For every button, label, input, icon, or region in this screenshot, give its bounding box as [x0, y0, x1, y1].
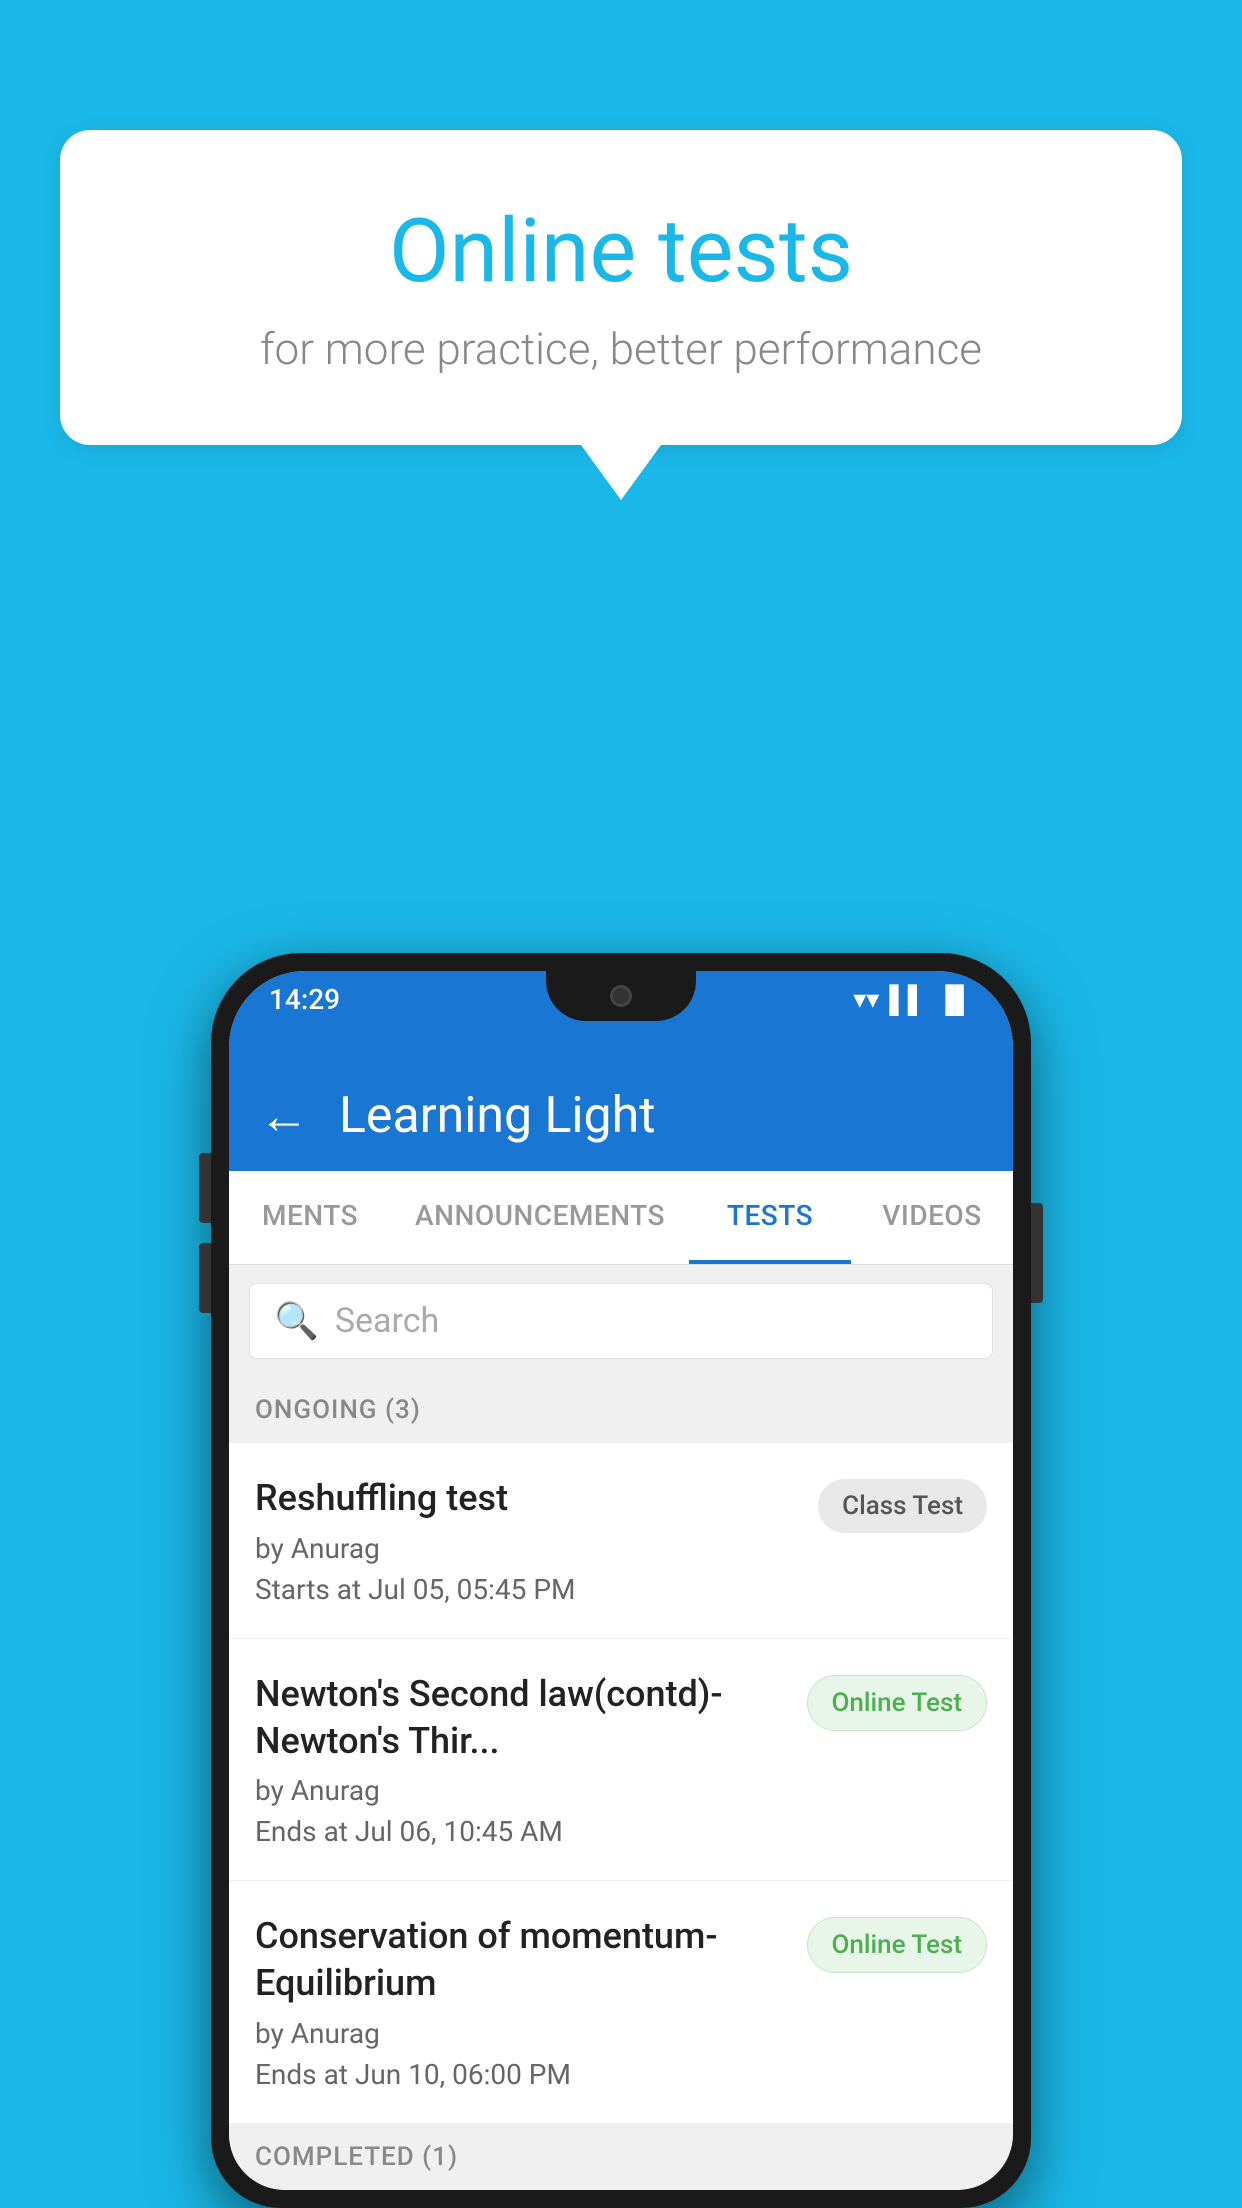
volume-up-button[interactable] [199, 1153, 211, 1223]
test-name: Newton's Second law(contd)-Newton's Thir… [255, 1671, 787, 1765]
search-icon: 🔍 [274, 1300, 319, 1342]
search-bar[interactable]: 🔍 Search [249, 1283, 993, 1359]
notch-cutout [546, 971, 696, 1021]
power-button[interactable] [1031, 1203, 1043, 1303]
test-badge-class: Class Test [818, 1479, 987, 1533]
speech-bubble-title: Online tests [140, 200, 1102, 303]
back-button[interactable]: ← [259, 1087, 309, 1146]
test-item[interactable]: Newton's Second law(contd)-Newton's Thir… [229, 1639, 1013, 1882]
speech-bubble-container: Online tests for more practice, better p… [60, 130, 1182, 500]
test-info: Reshuffling test by Anurag Starts at Jul… [255, 1475, 818, 1606]
test-badge-online-2: Online Test [807, 1917, 988, 1973]
tabs-container: MENTS ANNOUNCEMENTS TESTS VIDEOS [229, 1171, 1013, 1265]
search-input[interactable]: Search [335, 1301, 439, 1341]
speech-bubble-subtitle: for more practice, better performance [140, 323, 1102, 375]
wifi-icon: ▾▾ [853, 985, 879, 1015]
tab-tests[interactable]: TESTS [689, 1171, 851, 1264]
test-name: Reshuffling test [255, 1475, 798, 1522]
test-info: Conservation of momentum-Equilibrium by … [255, 1913, 807, 2091]
signal-icon: ▌▌ [889, 984, 926, 1015]
speech-bubble-arrow [581, 445, 661, 500]
test-time: Ends at Jul 06, 10:45 AM [255, 1815, 787, 1848]
test-name: Conservation of momentum-Equilibrium [255, 1913, 787, 2007]
test-item[interactable]: Conservation of momentum-Equilibrium by … [229, 1881, 1013, 2124]
completed-section-header: COMPLETED (1) [229, 2124, 1013, 2190]
test-list: Reshuffling test by Anurag Starts at Jul… [229, 1443, 1013, 2124]
test-time: Ends at Jun 10, 06:00 PM [255, 2058, 787, 2091]
camera-dot [610, 985, 632, 1007]
test-time: Starts at Jul 05, 05:45 PM [255, 1573, 798, 1606]
volume-down-button[interactable] [199, 1243, 211, 1313]
battery-icon: ▐▌ [936, 984, 973, 1015]
test-item[interactable]: Reshuffling test by Anurag Starts at Jul… [229, 1443, 1013, 1639]
tab-announcements[interactable]: ANNOUNCEMENTS [391, 1171, 689, 1264]
search-container: 🔍 Search [229, 1265, 1013, 1377]
tab-videos[interactable]: VIDEOS [851, 1171, 1013, 1264]
speech-bubble: Online tests for more practice, better p… [60, 130, 1182, 445]
tab-ments[interactable]: MENTS [229, 1171, 391, 1264]
test-badge-online: Online Test [807, 1675, 988, 1731]
test-by: by Anurag [255, 2017, 787, 2050]
app-bar-title: Learning Light [339, 1087, 656, 1145]
test-by: by Anurag [255, 1774, 787, 1807]
ongoing-section-header: ONGOING (3) [229, 1377, 1013, 1443]
side-buttons-right [1031, 1203, 1043, 1303]
side-buttons-left [199, 1153, 211, 1333]
test-by: by Anurag [255, 1532, 798, 1565]
status-icons: ▾▾ ▌▌ ▐▌ [853, 984, 973, 1015]
phone-frame: 14:29 ▾▾ ▌▌ ▐▌ ← Learning Light [211, 953, 1031, 2208]
test-info: Newton's Second law(contd)-Newton's Thir… [255, 1671, 807, 1849]
status-time: 14:29 [269, 983, 340, 1016]
app-bar: ← Learning Light [229, 1061, 1013, 1171]
status-bar-area: 14:29 ▾▾ ▌▌ ▐▌ [229, 971, 1013, 1061]
